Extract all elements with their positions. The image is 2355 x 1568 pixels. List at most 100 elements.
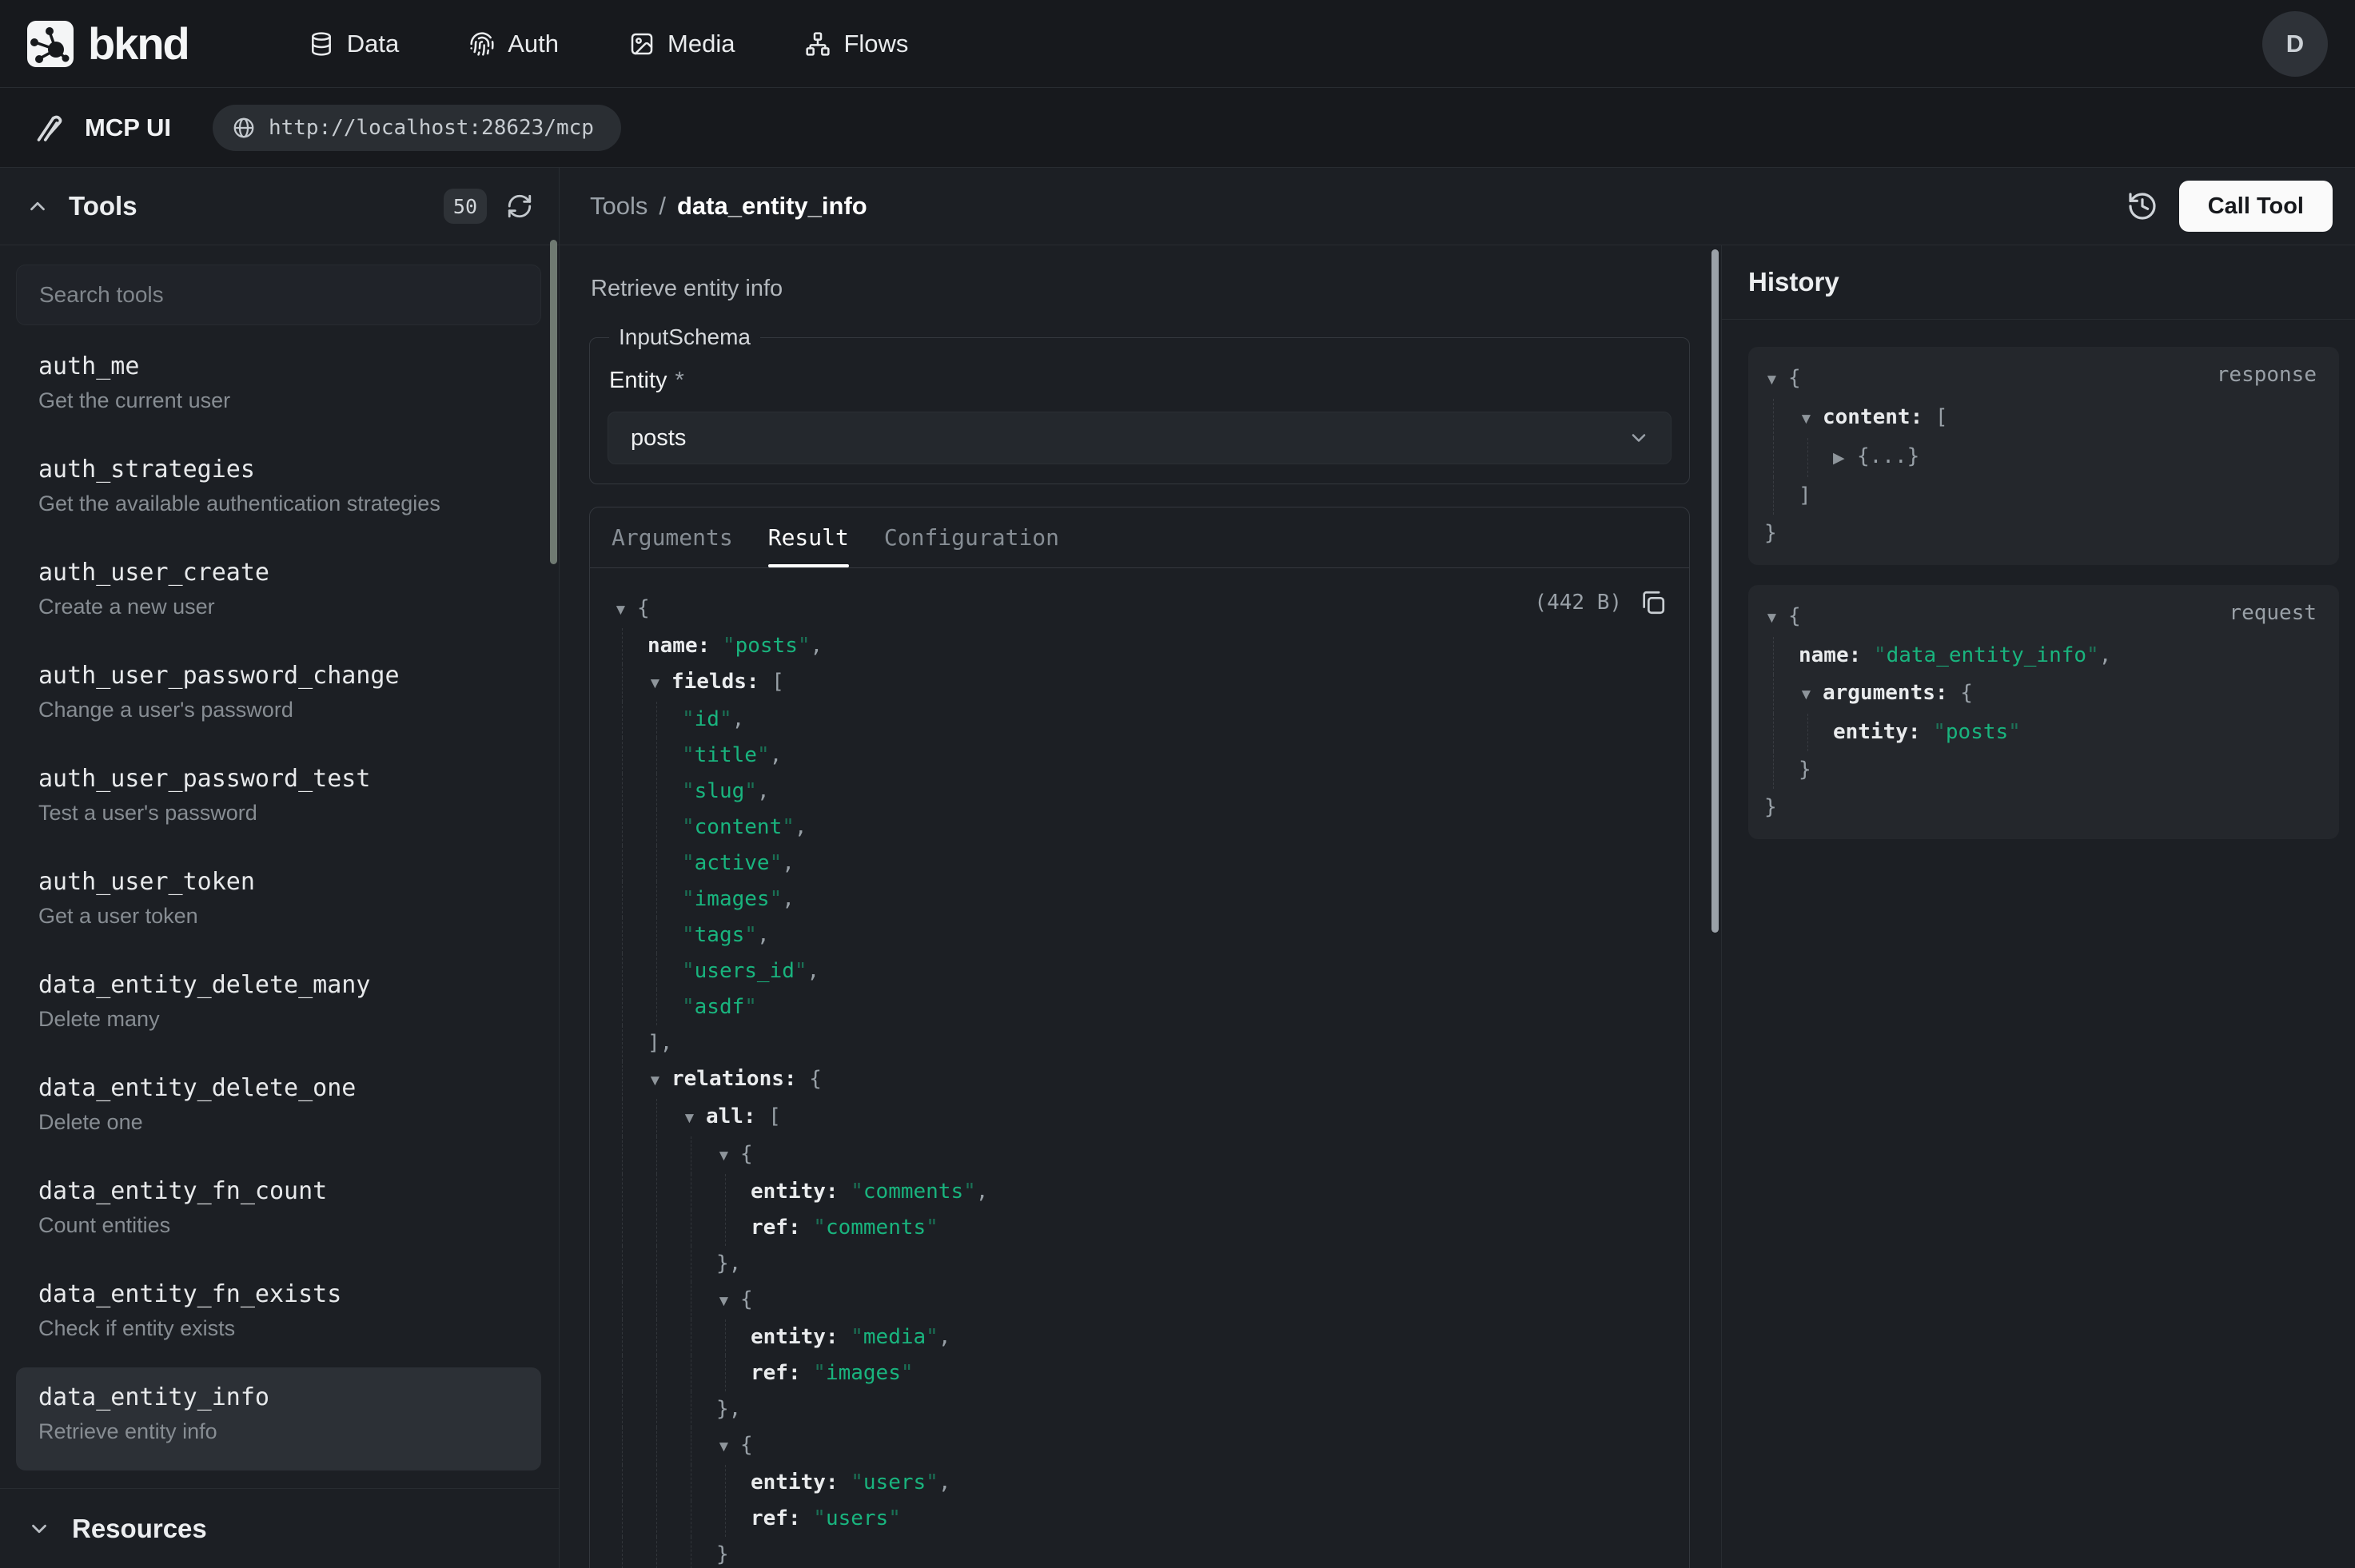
- nav-item-label: Data: [347, 30, 399, 58]
- nav-item-flows[interactable]: Flows: [805, 30, 908, 58]
- search-input[interactable]: [16, 265, 541, 325]
- entity-field-label: Entity*: [609, 368, 1672, 394]
- json-line: "content",: [613, 810, 1667, 846]
- tree-toggle-icon[interactable]: ▼: [682, 1100, 706, 1136]
- tool-name: auth_me: [38, 352, 522, 380]
- json-line: ▼arguments: {: [1764, 675, 2318, 714]
- top-navigation: bknd Data Auth Media Flows D: [0, 0, 2355, 88]
- avatar[interactable]: D: [2262, 11, 2328, 77]
- json-line: entity: "users",: [613, 1465, 1667, 1501]
- database-icon: [309, 31, 334, 57]
- tool-description: Change a user's password: [38, 698, 522, 722]
- json-line: }: [1764, 751, 2318, 789]
- tool-name: data_entity_fn_exists: [38, 1280, 522, 1308]
- mcp-bar: MCP UI http://localhost:28623/mcp: [0, 88, 2355, 168]
- json-line: ref: "users": [613, 1501, 1667, 1537]
- breadcrumb-section[interactable]: Tools: [590, 192, 648, 221]
- tree-toggle-icon[interactable]: ▼: [1799, 400, 1823, 438]
- tool-list: auth_me Get the current user auth_strategi…: [0, 336, 559, 1488]
- tree-toggle-icon[interactable]: ▼: [648, 666, 671, 702]
- tab-result[interactable]: Result: [768, 507, 849, 567]
- json-line: }: [1764, 789, 2318, 826]
- entity-select[interactable]: posts: [608, 412, 1672, 464]
- tool-name: auth_user_password_test: [38, 765, 522, 793]
- tool-description: Delete one: [38, 1110, 522, 1135]
- json-line: name: "data_entity_info",: [1764, 637, 2318, 675]
- nav-item-media[interactable]: Media: [629, 30, 735, 58]
- tool-list-item-auth_user_password_change[interactable]: auth_user_password_change Change a user's…: [16, 646, 541, 749]
- tree-toggle-icon[interactable]: ▶: [1833, 440, 1857, 477]
- history-panel: History response▼{▼content: [▶{...}]}req…: [1721, 245, 2355, 1568]
- sidebar-scrollbar-thumb[interactable]: [550, 240, 557, 564]
- resources-section-title: Resources: [72, 1514, 207, 1544]
- nav-item-auth[interactable]: Auth: [469, 30, 559, 58]
- tools-section-title: Tools: [69, 191, 424, 221]
- json-line: }: [1764, 515, 2318, 552]
- tool-description: Get a user token: [38, 904, 522, 929]
- tab-arguments[interactable]: Arguments: [612, 507, 733, 567]
- brand[interactable]: bknd: [27, 18, 189, 70]
- json-line: "id",: [613, 702, 1667, 738]
- tree-toggle-icon[interactable]: ▼: [716, 1429, 740, 1465]
- server-url-pill[interactable]: http://localhost:28623/mcp: [213, 105, 621, 151]
- json-line: entity: "comments",: [613, 1174, 1667, 1210]
- json-line: entity: "media",: [613, 1319, 1667, 1355]
- resources-section-header[interactable]: Resources: [0, 1488, 559, 1568]
- brand-name: bknd: [88, 18, 189, 70]
- tool-name: auth_user_create: [38, 559, 522, 587]
- json-line: },: [613, 1246, 1667, 1282]
- json-line: ▼relations: {: [613, 1061, 1667, 1099]
- history-entry-request[interactable]: request▼{name: "data_entity_info",▼argum…: [1748, 585, 2339, 839]
- json-line: ▼fields: [: [613, 664, 1667, 702]
- tree-toggle-icon[interactable]: ▼: [716, 1138, 740, 1174]
- tree-toggle-icon[interactable]: ▼: [648, 1063, 671, 1099]
- tool-description: Get the current user: [38, 388, 522, 413]
- tree-toggle-icon[interactable]: ▼: [1764, 599, 1788, 637]
- chevron-up-icon[interactable]: [26, 194, 50, 218]
- tool-list-item-auth_strategies[interactable]: auth_strategiesGet the available authent…: [16, 440, 541, 543]
- result-json-viewer: (442 B) ▼{name: "posts",▼fields: ["id","…: [590, 568, 1689, 1568]
- globe-icon: [232, 116, 256, 140]
- tool-description: Retrieve entity info: [38, 1419, 522, 1444]
- json-line: "tags",: [613, 917, 1667, 953]
- tree-toggle-icon[interactable]: ▼: [613, 592, 637, 628]
- refresh-icon[interactable]: [506, 193, 533, 220]
- tool-list-item-auth_user_create[interactable]: auth_user_createCreate a new user: [16, 543, 541, 646]
- json-line: ▼{: [613, 1427, 1667, 1465]
- tool-list-item-data_entity_delete_one[interactable]: data_entity_delete_oneDelete one: [16, 1058, 541, 1161]
- nav-item-label: Media: [667, 30, 735, 58]
- json-line: ▼{: [613, 591, 1667, 628]
- tool-list-item-auth_user_password_test[interactable]: auth_user_password_testTest a user's pas…: [16, 749, 541, 852]
- tool-list-item-data_entity_fn_count[interactable]: data_entity_fn_count Count entities: [16, 1161, 541, 1264]
- tree-toggle-icon[interactable]: ▼: [1764, 361, 1788, 399]
- history-entry-response[interactable]: response▼{▼content: [▶{...}]}: [1748, 347, 2339, 565]
- main-scrollbar-thumb[interactable]: [1711, 249, 1719, 933]
- tool-list-item-auth_me[interactable]: auth_me Get the current user: [16, 336, 541, 440]
- tool-name: data_entity_fn_count: [38, 1177, 522, 1205]
- tree-toggle-icon[interactable]: ▼: [1799, 676, 1823, 714]
- tool-list-item-auth_user_token[interactable]: auth_user_tokenGet a user token: [16, 852, 541, 955]
- call-tool-button[interactable]: Call Tool: [2179, 181, 2333, 232]
- history-json-viewer: ▼{name: "data_entity_info",▼arguments: {…: [1764, 598, 2318, 826]
- tool-name: auth_user_password_change: [38, 662, 522, 690]
- tool-list-item-data_entity_delete_many[interactable]: data_entity_delete_manyDelete many: [16, 955, 541, 1058]
- nav-item-data[interactable]: Data: [309, 30, 399, 58]
- tree-toggle-icon[interactable]: ▼: [716, 1283, 740, 1319]
- input-schema-legend: InputSchema: [609, 324, 760, 350]
- tab-configuration[interactable]: Configuration: [884, 507, 1059, 567]
- tool-name: data_entity_delete_many: [38, 971, 522, 999]
- json-line: ▼content: [: [1764, 399, 2318, 438]
- history-icon[interactable]: [2126, 190, 2158, 222]
- tool-name: auth_strategies: [38, 456, 522, 484]
- json-line: "title",: [613, 738, 1667, 774]
- tools-sidebar: Tools 50 auth_meGet the current userauth…: [0, 168, 560, 1568]
- json-line: }: [613, 1537, 1667, 1568]
- tool-description: Count entities: [38, 1213, 522, 1238]
- tool-list-item-data_entity_info[interactable]: data_entity_infoRetrieve entity info: [16, 1367, 541, 1470]
- nav-item-label: Flows: [843, 30, 908, 58]
- breadcrumb-current: data_entity_info: [677, 192, 867, 221]
- json-line: ]: [1764, 477, 2318, 515]
- json-line: name: "posts",: [613, 628, 1667, 664]
- tool-list-item-data_entity_fn_exists[interactable]: data_entity_fn_existsCheck if entity exi…: [16, 1264, 541, 1367]
- json-line: entity: "posts": [1764, 714, 2318, 751]
